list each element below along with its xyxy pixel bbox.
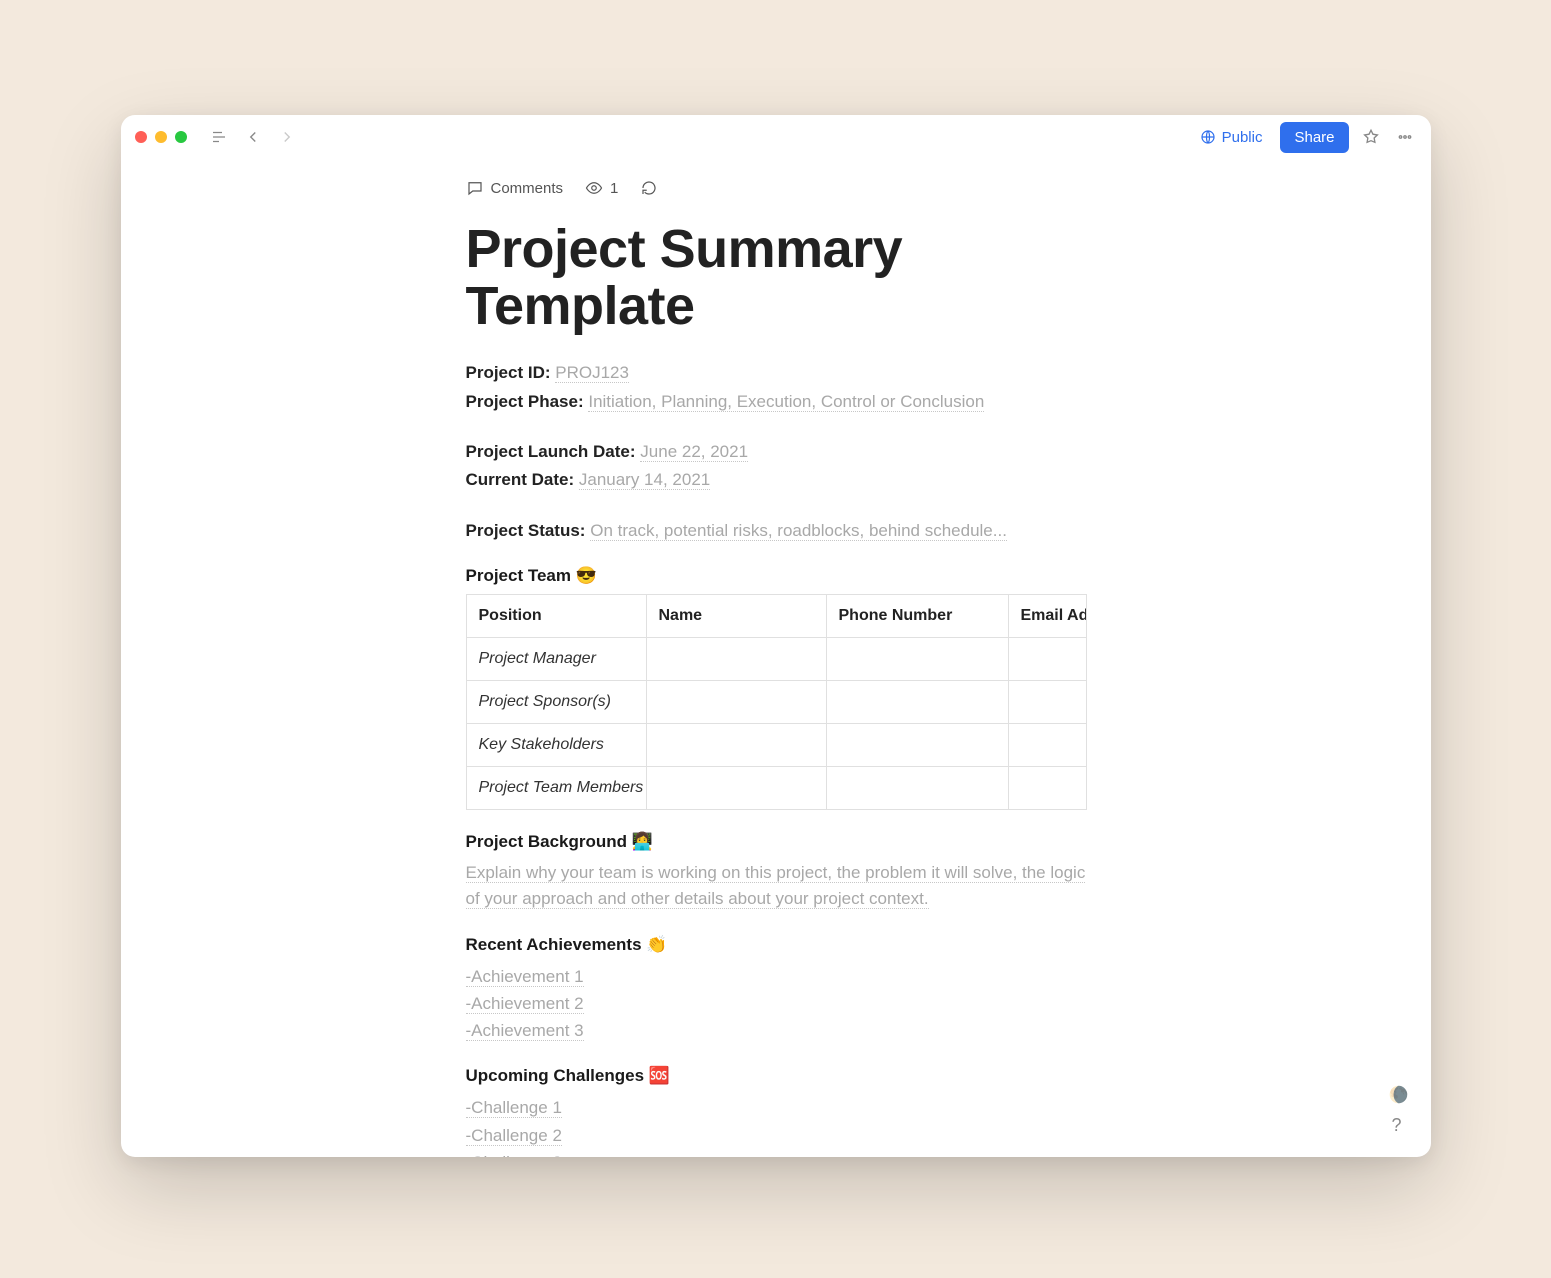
refresh-button[interactable] <box>640 179 658 197</box>
list-item[interactable]: -Challenge 2 <box>466 1122 1086 1149</box>
team-row-email[interactable] <box>1008 724 1086 767</box>
table-row[interactable]: Project Team Members <box>466 767 1086 810</box>
list-item[interactable]: -Challenge 3 <box>466 1149 1086 1157</box>
project-id-value: PROJ123 <box>555 363 629 383</box>
more-options-button[interactable] <box>1393 125 1417 149</box>
view-count: 1 <box>610 180 618 197</box>
team-row-email[interactable] <box>1008 681 1086 724</box>
list-item[interactable]: -Achievement 2 <box>466 990 1086 1017</box>
table-row[interactable]: Project Sponsor(s) <box>466 681 1086 724</box>
team-table[interactable]: Position Name Phone Number Email Address… <box>466 594 1087 810</box>
team-row-email[interactable] <box>1008 638 1086 681</box>
comments-button[interactable]: Comments <box>466 179 564 197</box>
challenges-heading[interactable]: Upcoming Challenges 🆘 <box>466 1066 1086 1086</box>
window-controls <box>135 131 187 143</box>
document-scroll-area[interactable]: Comments 1 Project Summary Template Proj… <box>121 159 1431 1157</box>
share-button[interactable]: Share <box>1280 122 1348 153</box>
project-id-line[interactable]: Project ID: PROJ123 <box>466 360 1086 386</box>
team-row-position: Project Sponsor(s) <box>479 693 612 710</box>
minimize-window-button[interactable] <box>155 131 167 143</box>
app-window: Public Share Comments 1 <box>121 115 1431 1157</box>
project-phase-label: Project Phase: <box>466 392 584 411</box>
team-row-name[interactable] <box>646 724 826 767</box>
team-table-header-row: Position Name Phone Number Email Address <box>466 595 1086 638</box>
public-badge[interactable]: Public <box>1192 125 1271 150</box>
project-status-value: On track, potential risks, roadblocks, b… <box>590 521 1007 541</box>
team-col-position[interactable]: Position <box>466 595 646 638</box>
list-item[interactable]: -Achievement 1 <box>466 963 1086 990</box>
achievements-heading[interactable]: Recent Achievements 👏 <box>466 935 1086 955</box>
background-placeholder: Explain why your team is working on this… <box>466 863 1086 909</box>
nav-back-button[interactable] <box>241 125 265 149</box>
team-row-position: Project Team Members <box>479 779 644 796</box>
public-label: Public <box>1222 129 1263 146</box>
team-row-phone[interactable] <box>826 724 1008 767</box>
launch-date-value: June 22, 2021 <box>640 442 748 462</box>
team-col-phone[interactable]: Phone Number <box>826 595 1008 638</box>
team-row-phone[interactable] <box>826 681 1008 724</box>
team-row-phone[interactable] <box>826 767 1008 810</box>
team-row-position: Project Manager <box>479 650 596 667</box>
doc-meta-row: Comments 1 <box>466 179 1086 197</box>
star-button[interactable] <box>1359 125 1383 149</box>
globe-icon <box>1200 129 1216 145</box>
team-heading[interactable]: Project Team 😎 <box>466 566 1086 586</box>
team-row-name[interactable] <box>646 638 826 681</box>
list-item[interactable]: -Achievement 3 <box>466 1017 1086 1044</box>
current-date-line[interactable]: Current Date: January 14, 2021 <box>466 467 1086 493</box>
project-status-line[interactable]: Project Status: On track, potential risk… <box>466 518 1086 544</box>
team-row-name[interactable] <box>646 681 826 724</box>
current-date-value: January 14, 2021 <box>579 470 710 490</box>
launch-date-label: Project Launch Date: <box>466 442 636 461</box>
nav-forward-button[interactable] <box>275 125 299 149</box>
team-row-email[interactable] <box>1008 767 1086 810</box>
project-phase-line[interactable]: Project Phase: Initiation, Planning, Exe… <box>466 389 1086 415</box>
views-indicator[interactable]: 1 <box>585 179 618 197</box>
team-col-email[interactable]: Email Address <box>1008 595 1086 638</box>
eye-icon <box>585 179 603 197</box>
close-window-button[interactable] <box>135 131 147 143</box>
comment-icon <box>466 179 484 197</box>
page-title[interactable]: Project Summary Template <box>466 221 1086 334</box>
help-button[interactable]: ? <box>1385 1113 1409 1137</box>
project-phase-value: Initiation, Planning, Execution, Control… <box>588 392 984 412</box>
background-text[interactable]: Explain why your team is working on this… <box>466 860 1086 913</box>
theme-indicator-icon: 🌘 <box>1389 1085 1409 1105</box>
team-row-name[interactable] <box>646 767 826 810</box>
toggle-sidebar-button[interactable] <box>207 125 231 149</box>
refresh-icon <box>640 179 658 197</box>
maximize-window-button[interactable] <box>175 131 187 143</box>
current-date-label: Current Date: <box>466 470 575 489</box>
comments-label: Comments <box>491 180 564 197</box>
project-status-label: Project Status: <box>466 521 586 540</box>
list-item[interactable]: -Challenge 1 <box>466 1094 1086 1121</box>
background-heading[interactable]: Project Background 👩‍💻 <box>466 832 1086 852</box>
document-body: Comments 1 Project Summary Template Proj… <box>466 179 1086 1157</box>
titlebar: Public Share <box>121 115 1431 159</box>
team-row-position: Key Stakeholders <box>479 736 604 753</box>
team-row-phone[interactable] <box>826 638 1008 681</box>
launch-date-line[interactable]: Project Launch Date: June 22, 2021 <box>466 439 1086 465</box>
table-row[interactable]: Key Stakeholders <box>466 724 1086 767</box>
project-id-label: Project ID: <box>466 363 551 382</box>
table-row[interactable]: Project Manager <box>466 638 1086 681</box>
team-col-name[interactable]: Name <box>646 595 826 638</box>
